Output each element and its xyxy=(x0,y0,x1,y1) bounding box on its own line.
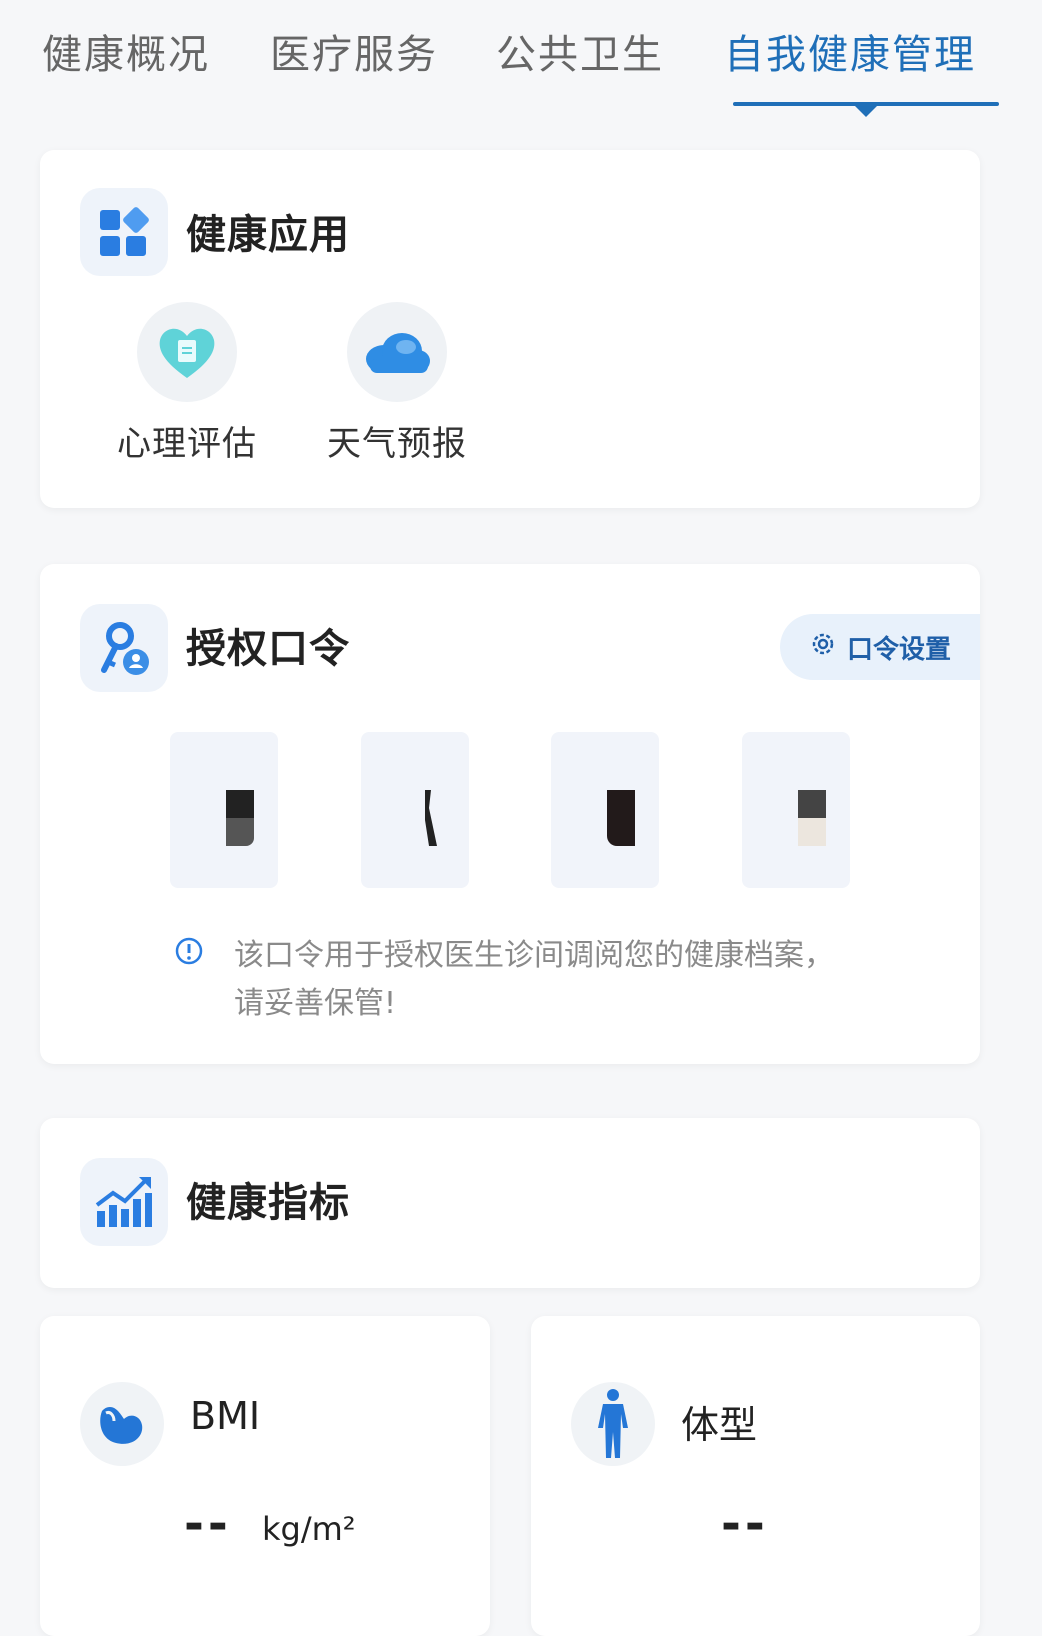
bmi-unit: kg/m² xyxy=(262,1510,356,1548)
code-digit-glyph xyxy=(607,790,635,846)
passcode-settings-label: 口令设置 xyxy=(846,634,951,665)
muscle-arm-icon xyxy=(80,1382,164,1466)
code-digit-box xyxy=(361,732,469,888)
health-indicators-title: 健康指标 xyxy=(186,1180,350,1226)
tab-health-overview[interactable]: 健康概况 xyxy=(42,26,210,84)
gear-icon xyxy=(809,630,837,665)
top-tab-bar: 健康概况 医疗服务 公共卫生 自我健康管理 xyxy=(0,0,1042,130)
heart-document-icon xyxy=(137,302,237,402)
code-digit-box xyxy=(170,732,278,888)
apps-grid-icon xyxy=(80,188,168,276)
app-label: 天气预报 xyxy=(327,424,467,464)
code-digit-box xyxy=(551,732,659,888)
auth-code-note: 该口令用于授权医生诊间调阅您的健康档案，请妥善保管! xyxy=(234,938,834,1021)
info-icon xyxy=(174,936,204,970)
passcode-settings-button[interactable]: 口令设置 xyxy=(780,614,980,680)
code-digit-glyph xyxy=(226,790,254,846)
body-type-value: -- xyxy=(721,1496,769,1552)
health-apps-card: 健康应用 心理评估 天气预报 xyxy=(40,150,980,508)
bmi-value: -- xyxy=(184,1496,232,1552)
tab-self-health-management[interactable]: 自我健康管理 xyxy=(724,26,976,84)
code-digit-glyph xyxy=(425,790,437,846)
app-label: 心理评估 xyxy=(117,424,257,464)
key-user-icon xyxy=(80,604,168,692)
body-type-label: 体型 xyxy=(681,1403,758,1447)
app-weather-forecast[interactable]: 天气预报 xyxy=(312,302,482,465)
health-indicators-card: 健康指标 xyxy=(40,1118,980,1288)
body-type-card[interactable]: 体型 -- xyxy=(531,1316,980,1636)
active-tab-caret xyxy=(854,105,878,117)
tab-medical-services[interactable]: 医疗服务 xyxy=(270,26,438,84)
auth-code-title: 授权口令 xyxy=(186,626,350,672)
code-digit-glyph xyxy=(798,790,826,846)
code-digit-box xyxy=(742,732,850,888)
trend-chart-icon xyxy=(80,1158,168,1246)
auth-code-card: 授权口令 口令设置 该口令用于授权医生诊间调阅您的健康档案，请妥善保管! xyxy=(40,564,980,1064)
bmi-label: BMI xyxy=(190,1394,261,1438)
health-apps-title: 健康应用 xyxy=(186,212,350,258)
tab-public-health[interactable]: 公共卫生 xyxy=(496,26,664,84)
app-psych-assessment[interactable]: 心理评估 xyxy=(102,302,272,465)
body-figure-icon xyxy=(571,1382,655,1466)
cloud-icon xyxy=(347,302,447,402)
bmi-card[interactable]: BMI -- kg/m² xyxy=(40,1316,490,1636)
